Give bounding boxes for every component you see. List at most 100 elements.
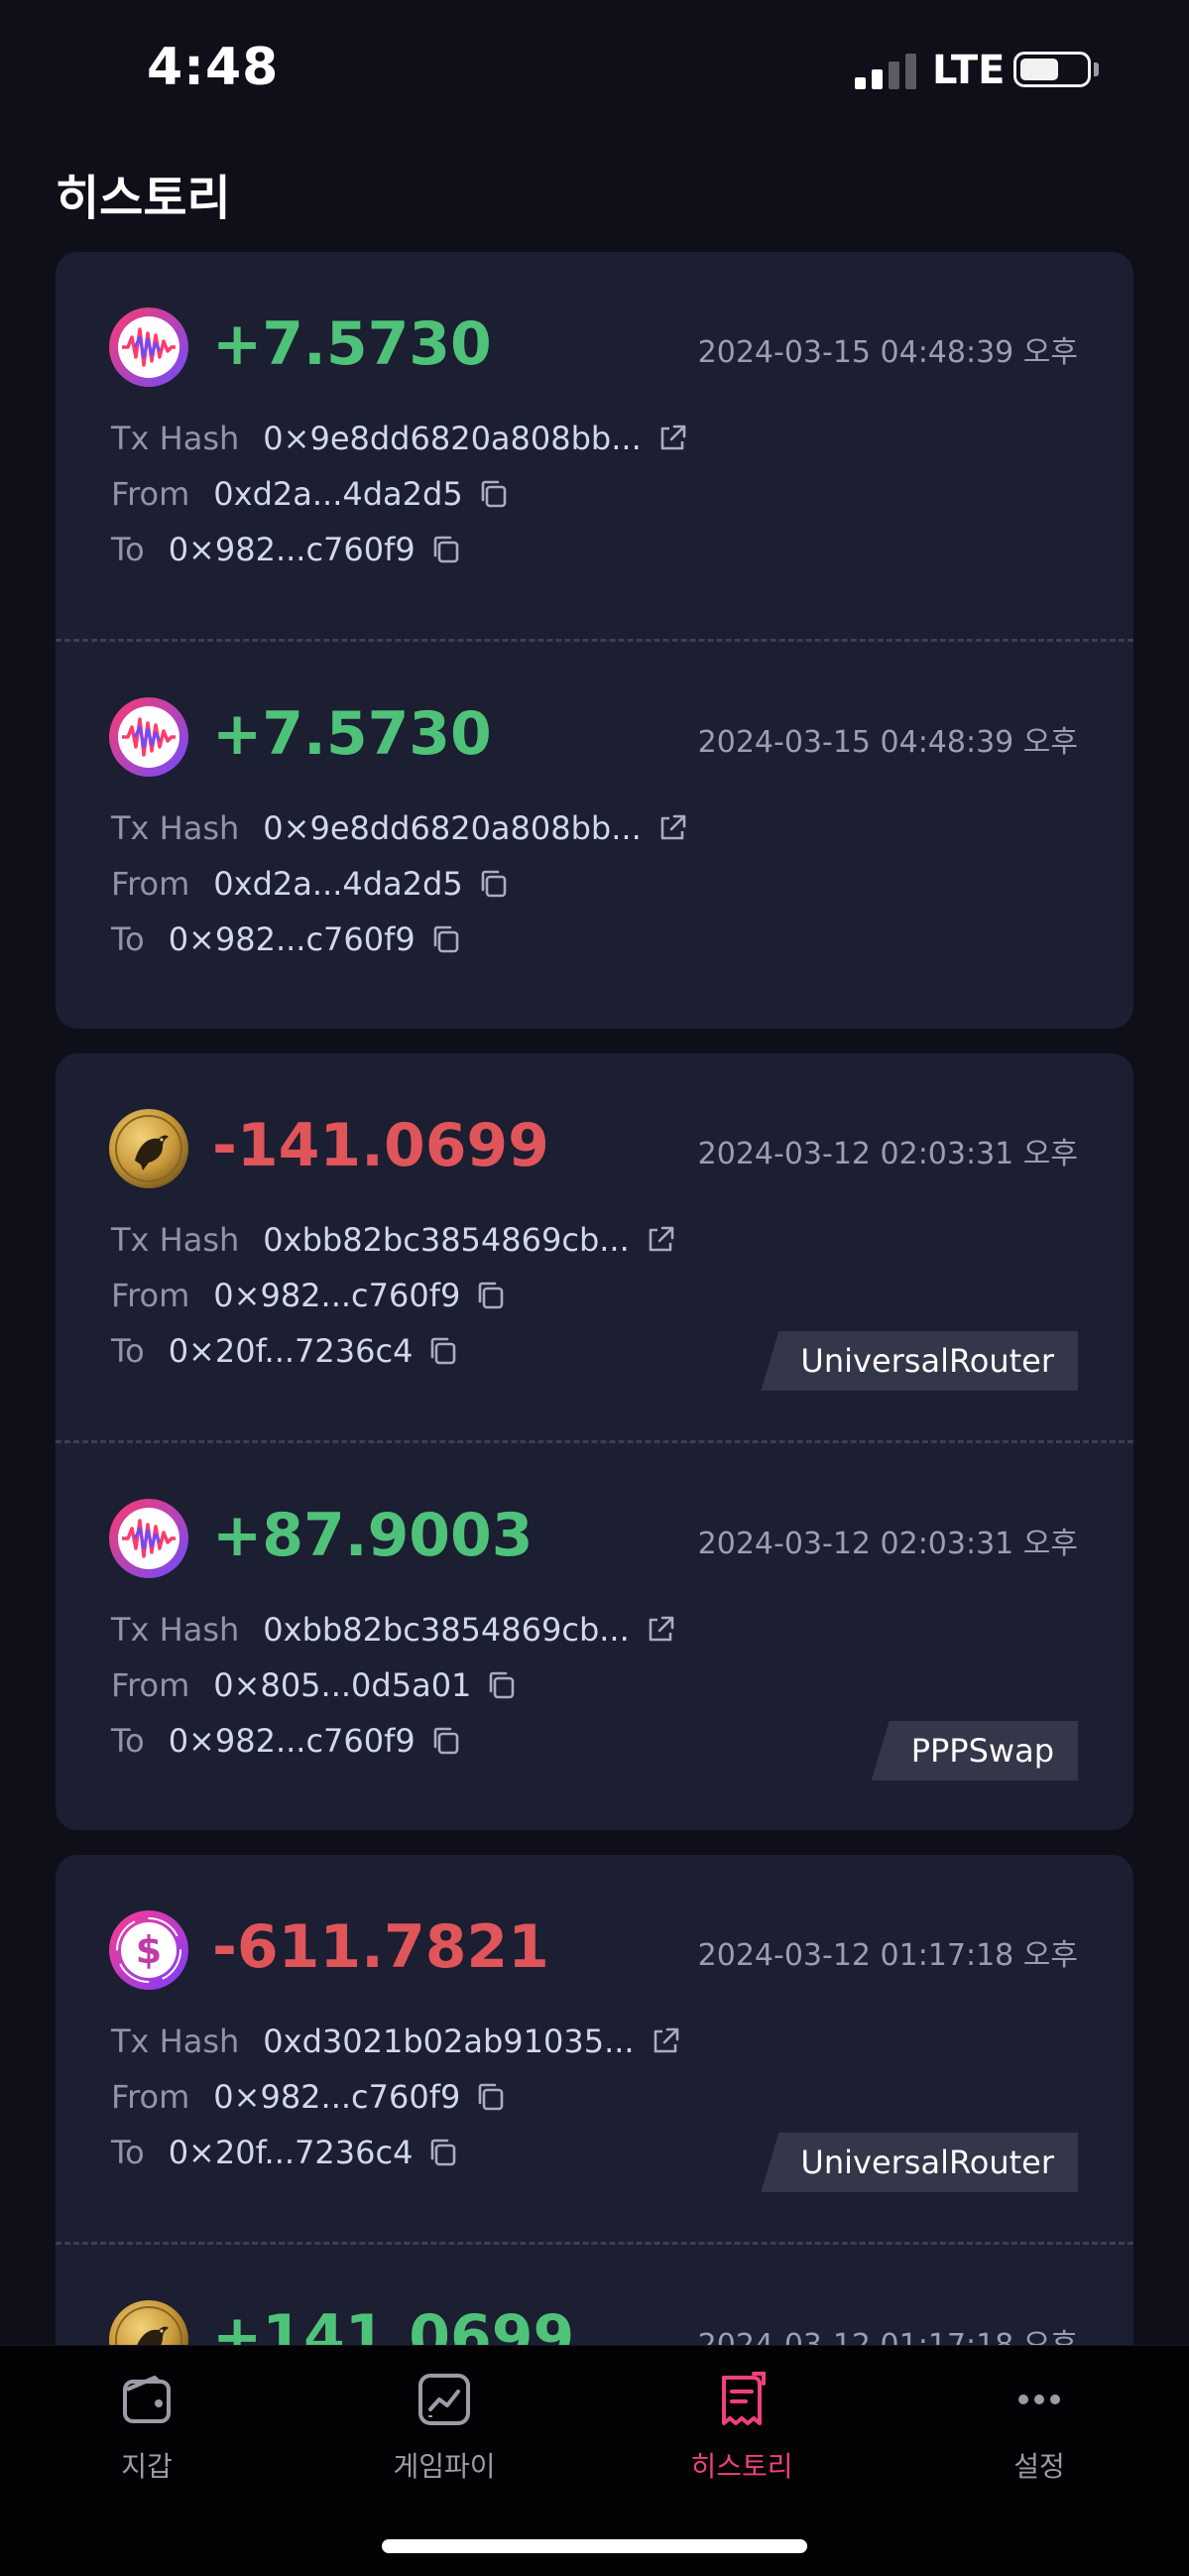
to-label: To bbox=[111, 2134, 145, 2171]
tab-label: 게임파이 bbox=[393, 2450, 496, 2483]
tx-hash-row: Tx Hash 0×9e8dd6820a808bb... bbox=[111, 419, 689, 458]
copy-icon[interactable] bbox=[426, 2136, 460, 2169]
transaction-card: +7.5730 2024-03-15 04:48:39 오후 Tx Hash 0×9e… bbox=[56, 252, 1133, 1029]
transaction-item[interactable]: +141.0699 2024-03-12 01:17:18 오후 bbox=[56, 2242, 1133, 2345]
from-row: From 0xd2a...4da2d5 bbox=[111, 474, 511, 514]
external-link-icon[interactable] bbox=[649, 2024, 682, 2058]
svg-text:$: $ bbox=[136, 1928, 162, 1972]
to-address: 0×982...c760f9 bbox=[168, 531, 416, 568]
tx-hash-row: Tx Hash 0xbb82bc3854869cb... bbox=[111, 1220, 677, 1260]
copy-icon[interactable] bbox=[474, 1279, 508, 1312]
transaction-item[interactable]: +7.5730 2024-03-15 04:48:39 오후 Tx Hash 0×9e… bbox=[56, 639, 1133, 1029]
wave-token-icon bbox=[109, 307, 188, 387]
amount: +7.5730 bbox=[212, 699, 492, 769]
more-icon bbox=[1008, 2368, 1071, 2431]
copy-icon[interactable] bbox=[429, 922, 463, 956]
copy-icon[interactable] bbox=[429, 533, 463, 566]
timestamp: 2024-03-12 01:17:18 오후 bbox=[698, 2320, 1078, 2345]
from-label: From bbox=[111, 1666, 190, 1704]
from-row: From 0×982...c760f9 bbox=[111, 1276, 508, 1315]
tx-hash-row: Tx Hash 0xbb82bc3854869cb... bbox=[111, 1610, 677, 1650]
external-link-icon[interactable] bbox=[644, 1223, 677, 1257]
tab-settings[interactable]: 설정 bbox=[940, 2368, 1138, 2485]
to-address: 0×982...c760f9 bbox=[168, 920, 416, 958]
to-row: To 0×982...c760f9 bbox=[111, 530, 463, 569]
tab-label: 지갑 bbox=[121, 2450, 173, 2483]
from-address: 0×805...0d5a01 bbox=[213, 1666, 472, 1704]
battery-icon bbox=[1013, 52, 1091, 87]
transaction-item[interactable]: -141.0699 2024-03-12 02:03:31 오후 Tx Hash 0x… bbox=[56, 1053, 1133, 1440]
copy-icon[interactable] bbox=[429, 1724, 463, 1758]
transaction-card: $ -611.7821 2024-03-12 01:17:18 오후 Tx Hash 0… bbox=[56, 1855, 1133, 2345]
chart-icon bbox=[413, 2368, 476, 2431]
copy-icon[interactable] bbox=[477, 867, 511, 901]
tx-hash-label: Tx Hash bbox=[111, 1611, 240, 1649]
tx-hash-label: Tx Hash bbox=[111, 1221, 240, 1259]
from-label: From bbox=[111, 1277, 190, 1314]
tx-hash-row: Tx Hash 0xd3021b02ab91035... bbox=[111, 2022, 682, 2061]
timestamp: 2024-03-12 01:17:18 오후 bbox=[697, 1938, 1078, 1973]
wallet-icon bbox=[115, 2368, 178, 2431]
external-link-icon[interactable] bbox=[655, 811, 689, 845]
tx-hash-value[interactable]: 0xd3021b02ab91035... bbox=[263, 2022, 634, 2061]
tab-label: 히스토리 bbox=[690, 2450, 793, 2483]
amount: -611.7821 bbox=[212, 1912, 549, 1982]
copy-icon[interactable] bbox=[485, 1668, 519, 1702]
tab-gamefi[interactable]: 게임파이 bbox=[345, 2368, 543, 2485]
to-row: To 0×982...c760f9 bbox=[111, 1721, 463, 1761]
battery-nub bbox=[1094, 62, 1099, 76]
to-label: To bbox=[111, 920, 145, 958]
tab-wallet[interactable]: 지갑 bbox=[48, 2368, 246, 2485]
to-label: To bbox=[111, 1332, 145, 1370]
from-label: From bbox=[111, 475, 190, 513]
from-address: 0xd2a...4da2d5 bbox=[213, 475, 463, 513]
amount: +87.9003 bbox=[212, 1501, 534, 1570]
transaction-card: -141.0699 2024-03-12 02:03:31 오후 Tx Hash 0x… bbox=[56, 1053, 1133, 1830]
amount: -141.0699 bbox=[212, 1111, 549, 1180]
timestamp: 2024-03-15 04:48:39 오후 bbox=[697, 335, 1078, 370]
external-link-icon[interactable] bbox=[655, 422, 689, 455]
copy-icon[interactable] bbox=[477, 477, 511, 511]
from-label: From bbox=[111, 2078, 190, 2116]
tx-hash-value[interactable]: 0xbb82bc3854869cb... bbox=[263, 1220, 629, 1260]
copy-icon[interactable] bbox=[474, 2080, 508, 2114]
contract-tag: UniversalRouter bbox=[761, 2133, 1078, 2192]
wave-token-icon bbox=[109, 697, 188, 777]
status-bar: 4:48 LTE bbox=[0, 0, 1189, 139]
dollar-coin-icon: $ bbox=[109, 1910, 188, 1990]
network-label: LTE bbox=[932, 48, 1006, 93]
from-address: 0×982...c760f9 bbox=[213, 2078, 461, 2116]
tx-hash-value[interactable]: 0×9e8dd6820a808bb... bbox=[263, 808, 641, 848]
timestamp: 2024-03-12 02:03:31 오후 bbox=[697, 1137, 1078, 1171]
tx-hash-value[interactable]: 0xbb82bc3854869cb... bbox=[263, 1610, 629, 1650]
amount: +7.5730 bbox=[212, 309, 492, 379]
home-indicator bbox=[382, 2539, 807, 2553]
tx-hash-label: Tx Hash bbox=[111, 809, 240, 847]
contract-tag: PPPSwap bbox=[871, 1721, 1078, 1780]
history-feed[interactable]: +7.5730 2024-03-15 04:48:39 오후 Tx Hash 0×9e… bbox=[56, 252, 1133, 2345]
copy-icon[interactable] bbox=[426, 1334, 460, 1368]
timestamp: 2024-03-15 04:48:39 오후 bbox=[697, 725, 1078, 760]
to-address: 0×20f...7236c4 bbox=[168, 1332, 414, 1370]
tx-hash-value[interactable]: 0×9e8dd6820a808bb... bbox=[263, 419, 641, 458]
to-label: To bbox=[111, 1722, 145, 1760]
to-row: To 0×20f...7236c4 bbox=[111, 1331, 460, 1371]
tx-hash-row: Tx Hash 0×9e8dd6820a808bb... bbox=[111, 808, 689, 848]
from-row: From 0×805...0d5a01 bbox=[111, 1665, 519, 1705]
to-address: 0×20f...7236c4 bbox=[168, 2134, 414, 2171]
wave-token-icon bbox=[109, 1499, 188, 1578]
tx-hash-label: Tx Hash bbox=[111, 420, 240, 457]
transaction-item[interactable]: +87.9003 2024-03-12 02:03:31 오후 Tx Hash 0xb… bbox=[56, 1440, 1133, 1830]
receipt-icon bbox=[710, 2368, 773, 2431]
external-link-icon[interactable] bbox=[644, 1613, 677, 1647]
from-label: From bbox=[111, 865, 190, 903]
from-row: From 0×982...c760f9 bbox=[111, 2077, 508, 2117]
status-time: 4:48 bbox=[147, 38, 280, 97]
contract-tag: UniversalRouter bbox=[761, 1331, 1078, 1391]
transaction-item[interactable]: $ -611.7821 2024-03-12 01:17:18 오후 Tx Hash 0… bbox=[56, 1855, 1133, 2242]
tab-label: 설정 bbox=[1013, 2450, 1065, 2483]
tab-history[interactable]: 히스토리 bbox=[643, 2368, 841, 2485]
transaction-item[interactable]: +7.5730 2024-03-15 04:48:39 오후 Tx Hash 0×9e… bbox=[56, 252, 1133, 639]
timestamp: 2024-03-12 02:03:31 오후 bbox=[697, 1527, 1078, 1561]
to-row: To 0×982...c760f9 bbox=[111, 920, 463, 959]
